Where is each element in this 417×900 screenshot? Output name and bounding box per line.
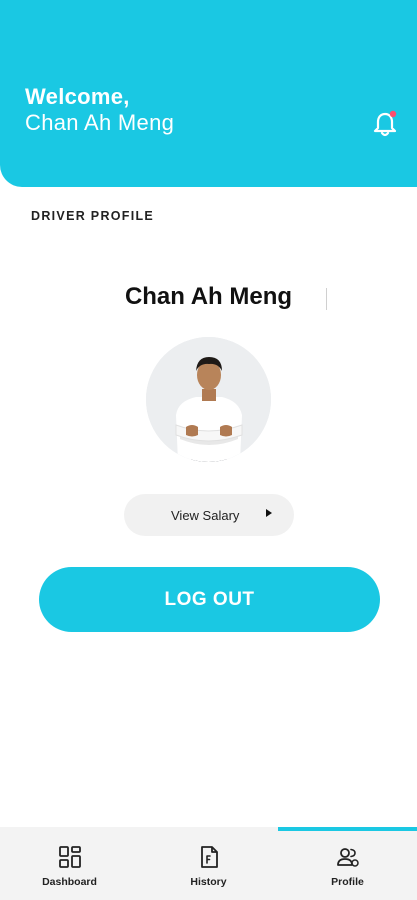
dashboard-icon <box>59 846 81 868</box>
nav-history[interactable]: History <box>139 827 278 900</box>
view-salary-label: View Salary <box>171 508 240 523</box>
users-icon <box>337 848 359 867</box>
nav-dashboard-label: Dashboard <box>42 876 97 888</box>
avatar <box>146 337 271 462</box>
bottom-navigation: Dashboard History Profile <box>0 827 417 900</box>
notification-dot <box>389 110 397 118</box>
view-salary-button[interactable]: View Salary <box>124 494 294 536</box>
nav-profile[interactable]: Profile <box>278 827 417 900</box>
play-arrow-icon <box>266 509 272 517</box>
user-name: Chan Ah Meng <box>25 110 175 135</box>
header-banner: Welcome, Chan Ah Meng <box>0 0 417 187</box>
driver-photo <box>146 337 271 462</box>
logout-button[interactable]: LOG OUT <box>39 567 380 632</box>
bell-icon <box>373 110 397 137</box>
section-title: DRIVER PROFILE <box>31 209 155 223</box>
driver-name: Chan Ah Meng <box>124 283 293 310</box>
text-caret <box>326 288 327 310</box>
nav-history-label: History <box>190 876 227 888</box>
document-icon <box>201 846 218 868</box>
nav-dashboard[interactable]: Dashboard <box>0 827 139 900</box>
nav-profile-label: Profile <box>331 876 364 888</box>
notification-button[interactable] <box>372 110 398 138</box>
welcome-text: Welcome, <box>25 84 130 109</box>
